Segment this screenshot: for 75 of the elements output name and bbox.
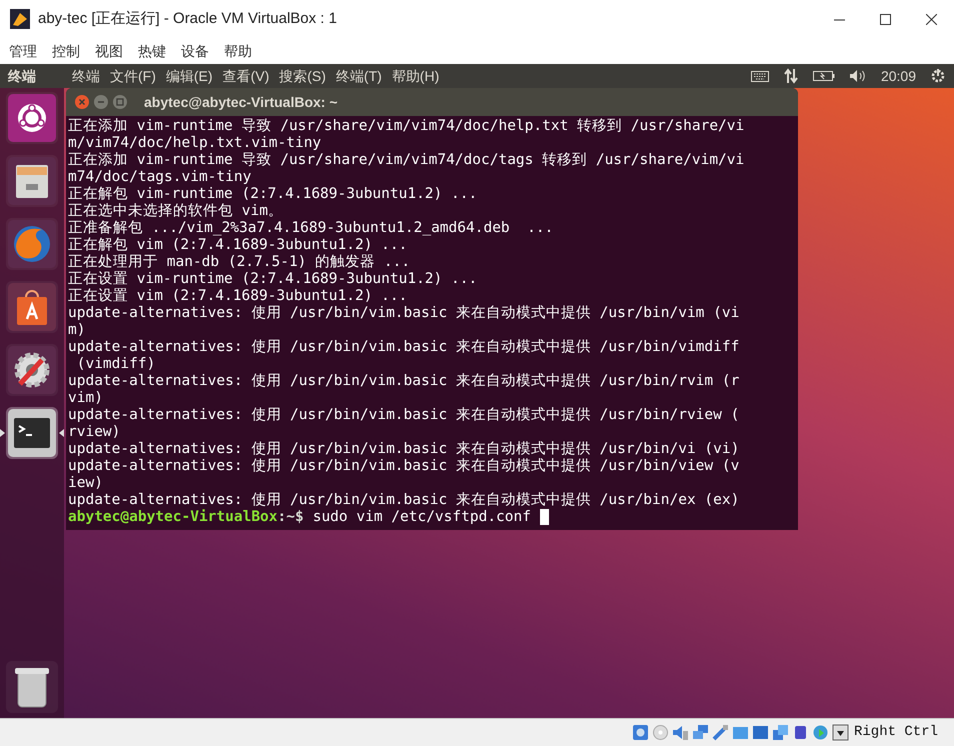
terminal-line: update-alternatives: 使用 /usr/bin/vim.basic 来在自动模式中提供 /usr/bin/rvim (r [68, 373, 740, 390]
terminal-line: 正在处理用于 man-db (2.7.5-1) 的触发器 ... [68, 254, 410, 271]
file-cabinet-icon [8, 157, 56, 205]
terminal-line: m74/doc/tags.vim-tiny [68, 169, 252, 186]
launcher-item[interactable] [6, 344, 58, 396]
close-icon[interactable] [74, 94, 90, 110]
menu-item[interactable]: 热键 [138, 40, 166, 62]
menu-item[interactable]: 搜索(S) [279, 66, 326, 86]
network-icon [692, 724, 709, 741]
windows-icon [772, 724, 789, 741]
menu-item[interactable]: 控制 [52, 40, 80, 62]
terminal-line: m/vim74/doc/help.txt.vim-tiny [68, 135, 322, 152]
terminal-line: update-alternatives: 使用 /usr/bin/vim.basic 来在自动模式中提供 /usr/bin/vimdiff [68, 339, 740, 356]
trash-icon[interactable] [12, 665, 52, 709]
active-pointer-icon [0, 429, 5, 437]
app-name: 终端 [8, 66, 37, 86]
terminal-line: 正在选中未选择的软件包 vim。 [68, 203, 283, 220]
terminal-command: sudo vim /etc/vsftpd.conf [312, 509, 531, 526]
volume-icon[interactable] [848, 69, 867, 83]
network-arrows-icon[interactable] [782, 68, 799, 84]
ubuntu-logo-icon [8, 94, 56, 142]
menu-item[interactable]: 帮助(H) [392, 66, 440, 86]
shopping-bag-icon [8, 283, 56, 331]
menu-item[interactable]: 查看(V) [222, 66, 270, 86]
virtualbox-logo-icon [10, 9, 30, 29]
menu-item[interactable]: 终端(T) [336, 66, 382, 86]
active-pointer-icon [59, 429, 64, 437]
menu-item[interactable]: 终端 [72, 66, 100, 86]
menu-item[interactable]: 编辑(E) [166, 66, 213, 86]
terminal-line: 正在设置 vim-runtime (2:7.4.1689-3ubuntu1.2) ... [68, 271, 478, 288]
power-gear-icon[interactable] [930, 68, 946, 84]
close-icon [926, 14, 936, 24]
terminal-line: update-alternatives: 使用 /usr/bin/vim.basic 来在自动模式中提供 /usr/bin/vi (vi) [68, 441, 740, 458]
terminal-line: 正在解包 vim-runtime (2:7.4.1689-3ubuntu1.2) ... [68, 186, 478, 203]
terminal-line: iew) [68, 475, 103, 492]
battery-icon[interactable] [812, 69, 835, 83]
terminal-line: 正在添加 vim-runtime 导致 /usr/share/vim/vim74/doc/tags 转移到 /usr/share/vim/vi [68, 152, 744, 169]
menu-item[interactable]: 文件(F) [110, 66, 156, 86]
terminal-line: update-alternatives: 使用 /usr/bin/vim.basic 来在自动模式中提供 /usr/bin/ex (ex) [68, 492, 740, 509]
menu-item[interactable]: 设备 [181, 40, 209, 62]
audio-icon [672, 724, 689, 741]
optical-disc-icon [652, 724, 669, 741]
terminal-line: vim) [68, 390, 103, 407]
prompt-user-host: abytec@abytec-VirtualBox [68, 509, 278, 526]
keyboard-icon[interactable] [750, 69, 769, 83]
menu-item[interactable]: 管理 [9, 40, 37, 62]
terminal-line: 正在解包 vim (2:7.4.1689-3ubuntu1.2) ... [68, 237, 408, 254]
terminal-line: m) [68, 322, 86, 339]
terminal-line: update-alternatives: 使用 /usr/bin/vim.basic 来在自动模式中提供 /usr/bin/view (v [68, 458, 740, 475]
host-key-label: Right Ctrl [854, 723, 938, 742]
prompt-path: :~$ [278, 509, 304, 526]
display-icon [752, 724, 769, 741]
terminal-line: rview) [68, 424, 120, 441]
menu-item[interactable]: 帮助 [224, 40, 252, 62]
maximize-icon [880, 14, 890, 24]
launcher-item[interactable] [6, 281, 58, 333]
menu-item[interactable]: 视图 [95, 40, 123, 62]
terminal-line: 正在添加 vim-runtime 导致 /usr/share/vim/vim74/doc/help.txt 转移到 /usr/share/vi [68, 118, 744, 135]
maximize-icon[interactable] [112, 94, 128, 110]
terminal-line: update-alternatives: 使用 /usr/bin/vim.basic 来在自动模式中提供 /usr/bin/rview ( [68, 407, 740, 424]
launcher-item[interactable] [6, 92, 58, 144]
terminal-icon [8, 409, 56, 457]
terminal-line: 正在设置 vim (2:7.4.1689-3ubuntu1.2) ... [68, 288, 408, 305]
terminal-line: update-alternatives: 使用 /usr/bin/vim.basic 来在自动模式中提供 /usr/bin/vim (vi [68, 305, 740, 322]
gear-wrench-icon [8, 346, 56, 394]
folder-icon [732, 724, 749, 741]
terminal-line: 正准备解包 .../vim_2%3a7.4.1689-3ubuntu1.2_amd64.deb ... [68, 220, 554, 237]
terminal-title: abytec@abytec-VirtualBox: ~ [144, 92, 338, 112]
launcher-item[interactable] [6, 155, 58, 207]
minimize-icon[interactable] [93, 94, 109, 110]
fox-globe-icon [8, 220, 56, 268]
window-title: aby-tec [正在运行] - Oracle VM VirtualBox : 1 [38, 8, 337, 29]
terminal-line: (vimdiff) [76, 356, 156, 373]
text-cursor [540, 509, 549, 525]
clock[interactable]: 20:09 [880, 66, 916, 86]
